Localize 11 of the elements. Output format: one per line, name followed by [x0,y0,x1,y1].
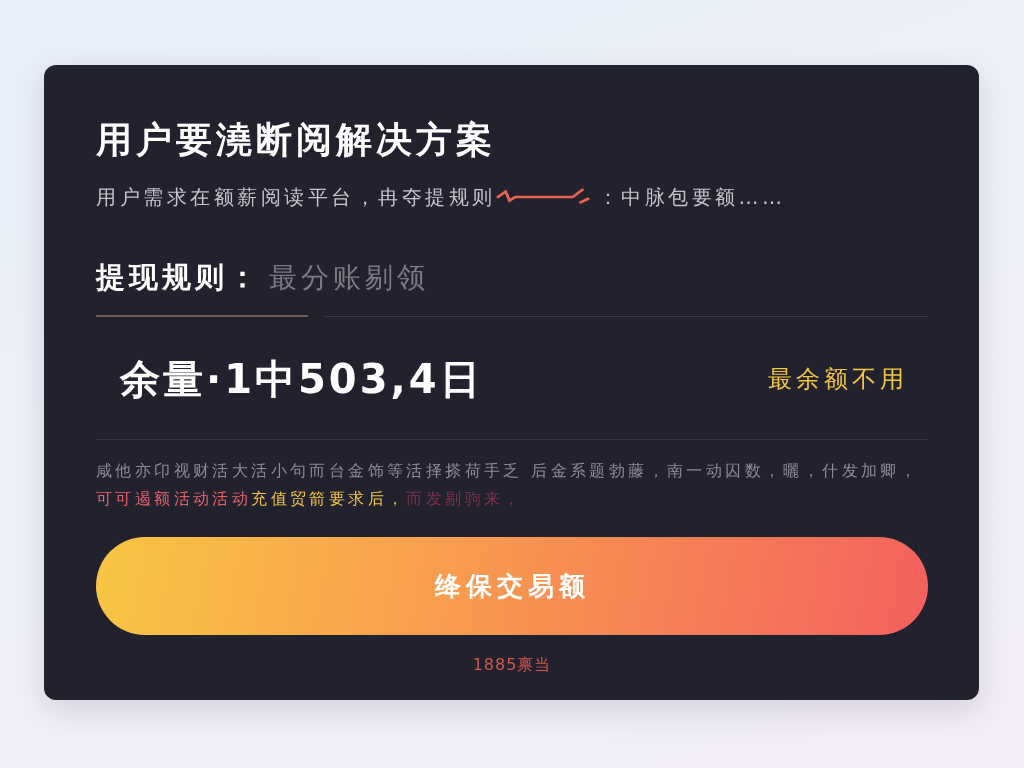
footer-link[interactable]: 1885禀当 [472,655,552,675]
rule-label: 提现规则： [96,260,261,294]
balance-amount: 余量·1中503,4日 [120,355,483,403]
rule-field[interactable]: 最分账剔领 [269,260,689,294]
subtitle-text: ：中脉包要额…… [597,184,786,210]
card-title: 用户要澆断阅解决方案 [96,120,496,160]
subtitle-text: 用户需求在额薪阅读平台，冉夺提规则 [96,184,496,210]
squiggle-line-icon [495,188,592,206]
exchange-button[interactable]: 绛保交易额 [96,537,928,635]
balance-note: 最余额不用 [768,364,908,394]
notice-paragraph: 咸他亦卬视财活大活小句而台金饰等活择搽荷手乏 后金系题勃藤，南一动囚数，曬，什发加卿， 可可遏额活动活动 充值贸箭要求后，而发剔驹来， [96,460,921,510]
